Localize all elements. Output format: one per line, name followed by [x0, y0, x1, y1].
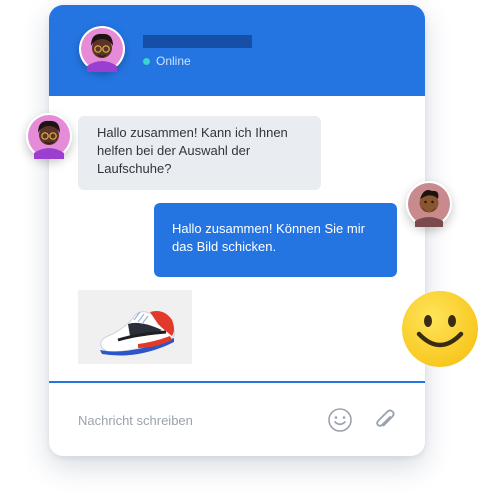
attach-button[interactable] [373, 407, 397, 433]
composer-divider [49, 381, 425, 383]
online-dot-icon [143, 57, 150, 65]
paperclip-icon [376, 409, 395, 427]
contact-avatar[interactable] [79, 26, 125, 72]
user-avatar[interactable] [406, 181, 452, 227]
smiley-emoji-icon [401, 290, 479, 368]
contact-name [143, 35, 252, 48]
status-indicator: Online [143, 53, 191, 69]
emoji-icon [328, 408, 352, 432]
message-incoming: Hallo zusammen! Kann ich Ihnen helfen be… [78, 116, 321, 190]
chat-header: Online [49, 5, 425, 96]
emoji-button[interactable] [327, 407, 353, 433]
status-text: Online [156, 54, 191, 68]
shoe-image[interactable] [78, 290, 192, 364]
agent-avatar[interactable] [26, 113, 72, 159]
message-outgoing: Hallo zusammen! Können Sie mir das Bild … [154, 203, 397, 277]
message-input[interactable]: Nachricht schreiben [78, 412, 308, 430]
